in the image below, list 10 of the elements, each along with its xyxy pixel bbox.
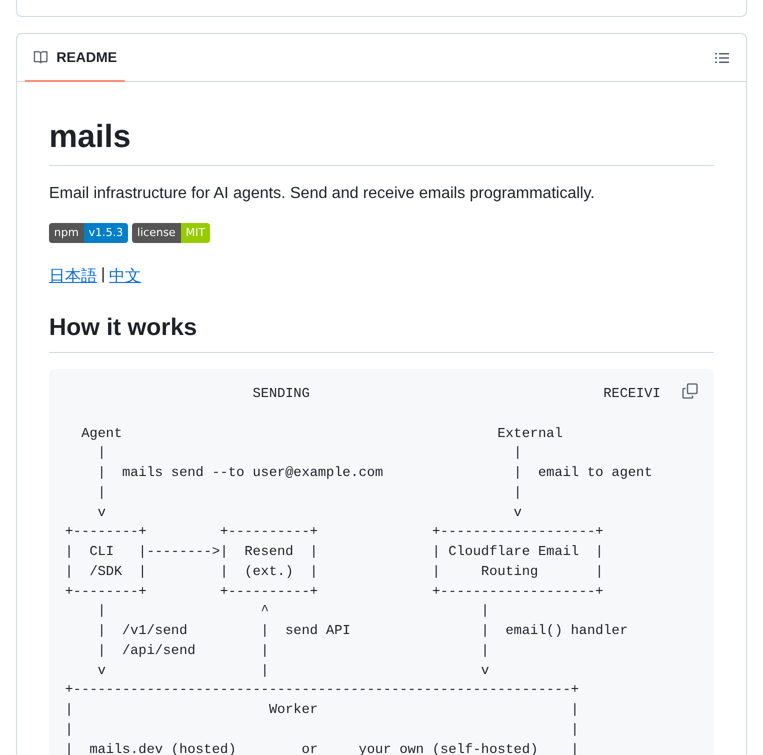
description-text: Email infrastructure for AI agents. Send and receive emails programmatically. <box>49 184 596 204</box>
copy-icon[interactable] <box>682 383 698 399</box>
book-icon <box>33 49 48 65</box>
code-text: SENDING RECEIVI Agent External | | | mails send --to user@example.com | email to agent | | v v +--------+ +----------+ +-------------------+ | CLI |-------->| Resend | | Cloudflare Email | | /SDK | | (ext.) | | Routing | +--------+ +----------+ +-------------------+ | ^ | | /v1/send | send API | email() handler | /api/send | | v | v +-------------------------------------------------------------+ | Worker | | | | mails.dev (hosted) or your own (self-hosted) | <box>65 386 661 755</box>
language-link[interactable]: 中文 <box>109 266 142 287</box>
readme-tab[interactable]: README <box>25 34 125 82</box>
separator-text: | <box>101 266 106 285</box>
language-link[interactable]: 日本語 <box>49 266 97 287</box>
section-heading: How it works <box>49 313 198 343</box>
readme-title: mails <box>49 117 132 156</box>
